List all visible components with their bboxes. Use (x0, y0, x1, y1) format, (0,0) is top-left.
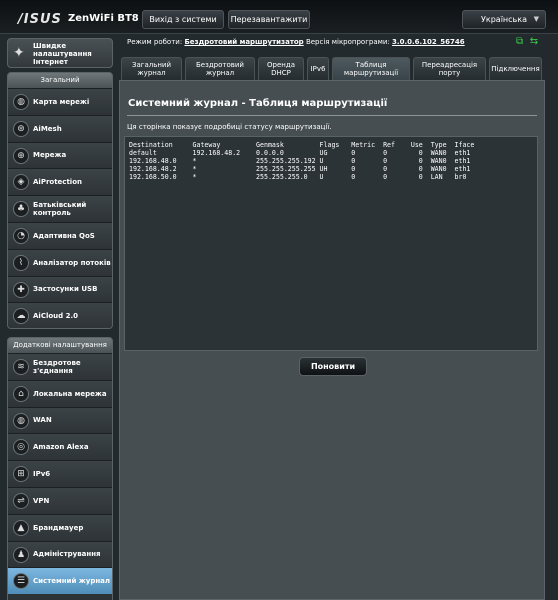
alexa-icon: ◎ (13, 439, 29, 456)
sidebar-item-usb-apps[interactable]: ✚ Застосунки USB (8, 275, 112, 303)
advanced-header: Додаткові налаштування (8, 338, 112, 353)
sidebar-item-label: Системний журнал (33, 577, 111, 586)
sidebar-item-network-map[interactable]: ◍ Карта мережі (8, 88, 112, 115)
sidebar-item-label: Карта мережі (33, 97, 90, 106)
sidebar-item-label: Батьківський контроль (33, 201, 87, 218)
sidebar-item-label: IPv6 (33, 470, 51, 479)
routing-table-textarea[interactable]: Destination Gateway Genmask Flags Metric… (124, 136, 538, 351)
sidebar-item-label: Брандмауер (33, 523, 84, 532)
sidebar-item-label: AiMesh (33, 124, 62, 133)
sidebar-item-label: Локальна мережа (33, 389, 107, 398)
sidebar-item-aiprotection[interactable]: ◈ AiProtection (8, 168, 112, 196)
sidebar-item-label: Бездротове з'єднання (33, 358, 81, 375)
page-description: Ця сторінка показує подробиці статусу ма… (127, 123, 332, 131)
sidebar-item-label: Застосунки USB (33, 285, 98, 294)
sidebar-item-wan[interactable]: ◍ WAN (8, 406, 112, 434)
sidebar-item-wireless[interactable]: ≋ Бездротове з'єднання (8, 353, 112, 380)
sidebar-item-label: AiCloud 2.0 (33, 312, 78, 321)
advanced-menu: Додаткові налаштування ≋ Бездротове з'єд… (7, 337, 113, 600)
sidebar-item-ipv6[interactable]: ⊞ IPv6 (8, 460, 112, 487)
tab-dhcp-leases[interactable]: Оренда DHCP (258, 57, 304, 80)
firewall-icon: ▲ (13, 519, 29, 536)
firmware-link[interactable]: 3.0.0.6.102_56746 (392, 38, 465, 46)
status-line: Режим роботи: Бездротовий маршрутизатор … (127, 38, 465, 46)
sidebar-item-administration[interactable]: ♟ Адміністрування (8, 540, 112, 568)
sidebar-item-parental-control[interactable]: ♣ Батьківський контроль (8, 195, 112, 222)
chevron-down-icon: ▼ (533, 15, 539, 23)
status-icons: ⧉ ⇆ (512, 36, 538, 47)
home-icon: ⌂ (13, 385, 29, 402)
asus-logo: /ISUS (18, 12, 62, 27)
network-icon: ⊕ (13, 147, 29, 164)
tab-routing-table[interactable]: Таблиця маршрутизації (332, 57, 410, 80)
ipv6-icon: ⊞ (13, 466, 29, 483)
tab-wireless-log[interactable]: Бездротовий журнал (185, 57, 255, 80)
page-title: Системний журнал - Таблиця маршрутизації (128, 98, 388, 109)
sidebar-item-label: AiProtection (33, 178, 82, 187)
sidebar-item-label: Мережа (33, 151, 67, 160)
general-menu: Загальний ◍ Карта мережі ⊛ AiMesh ⊕ Мере… (7, 72, 113, 329)
tab-general-log[interactable]: Загальний журнал (121, 57, 182, 80)
mode-link[interactable]: Бездротовий маршрутизатор (184, 38, 303, 46)
main-panel: Системний журнал - Таблиця маршрутизації… (119, 80, 545, 600)
reboot-button[interactable]: Перезавантажити (228, 10, 310, 29)
model-name: ZenWiFi BT8 (68, 13, 139, 24)
sidebar-item-firewall[interactable]: ▲ Брандмауер (8, 513, 112, 541)
quick-setup-button[interactable]: ✦ Швидке налаштування Інтернет (7, 38, 113, 68)
sidebar-item-system-log[interactable]: ☰ Системний журнал (8, 567, 112, 595)
sidebar-item-label: WAN (33, 416, 52, 425)
sidebar-item-lan[interactable]: ⌂ Локальна мережа (8, 379, 112, 407)
chart-icon: ⌇ (13, 254, 29, 271)
refresh-button[interactable]: Поновити (299, 357, 367, 376)
log-icon: ☰ (13, 573, 29, 590)
globe-icon: ◍ (13, 94, 29, 110)
sidebar-item-label: VPN (33, 496, 50, 505)
sidebar-item-aicloud[interactable]: ☁ AiCloud 2.0 (8, 302, 112, 328)
firmware-label: Версія мікропрограми: (305, 38, 390, 46)
logout-button[interactable]: Вихід з системи (142, 10, 224, 29)
title-divider (127, 115, 537, 116)
sidebar-item-label: Amazon Alexa (33, 443, 89, 452)
top-bar: /ISUS ZenWiFi BT8 Вихід з системи Переза… (0, 0, 558, 34)
gauge-icon: ◔ (13, 227, 29, 244)
sidebar-item-network[interactable]: ⊕ Мережа (8, 141, 112, 169)
sidebar-item-label: Адміністрування (33, 550, 101, 559)
quick-setup-label: Швидке налаштування Інтернет (33, 42, 92, 66)
sidebar-item-vpn[interactable]: ⇌ VPN (8, 486, 112, 514)
usb-status-icon[interactable]: ⇆ (530, 36, 538, 47)
vpn-icon: ⇌ (13, 492, 29, 509)
mode-label: Режим роботи: (127, 38, 183, 46)
wifi-icon: ≋ (13, 359, 29, 375)
sidebar-item-amazon-alexa[interactable]: ◎ Amazon Alexa (8, 433, 112, 461)
wan-globe-icon: ◍ (13, 412, 29, 429)
routing-table-text: Destination Gateway Genmask Flags Metric… (129, 141, 475, 181)
tab-port-forwarding[interactable]: Переадресація порту (413, 57, 486, 80)
network-status-icon[interactable]: ⧉ (516, 36, 523, 47)
puzzle-icon: ✚ (13, 281, 29, 298)
sidebar-item-adaptive-qos[interactable]: ◔ Адаптивна QoS (8, 221, 112, 249)
cloud-icon: ☁ (13, 308, 29, 325)
sidebar-item-traffic-analyzer[interactable]: ⌇ Аналізатор потоків (8, 248, 112, 276)
sidebar-item-label: Аналізатор потоків (33, 258, 111, 267)
tab-ipv6[interactable]: IPv6 (307, 57, 329, 80)
admin-icon: ♟ (13, 546, 29, 563)
shield-icon: ◈ (13, 174, 29, 191)
sidebar-item-aimesh[interactable]: ⊛ AiMesh (8, 114, 112, 142)
family-icon: ♣ (13, 201, 29, 218)
wand-icon: ✦ (13, 45, 25, 61)
tab-connections[interactable]: Підключення (489, 57, 542, 80)
general-header: Загальний (8, 73, 112, 88)
sidebar-item-label: Адаптивна QoS (33, 231, 95, 240)
language-select[interactable]: Українська ▼ (462, 10, 546, 29)
aimesh-icon: ⊛ (13, 120, 29, 137)
language-value: Українська (481, 15, 527, 24)
